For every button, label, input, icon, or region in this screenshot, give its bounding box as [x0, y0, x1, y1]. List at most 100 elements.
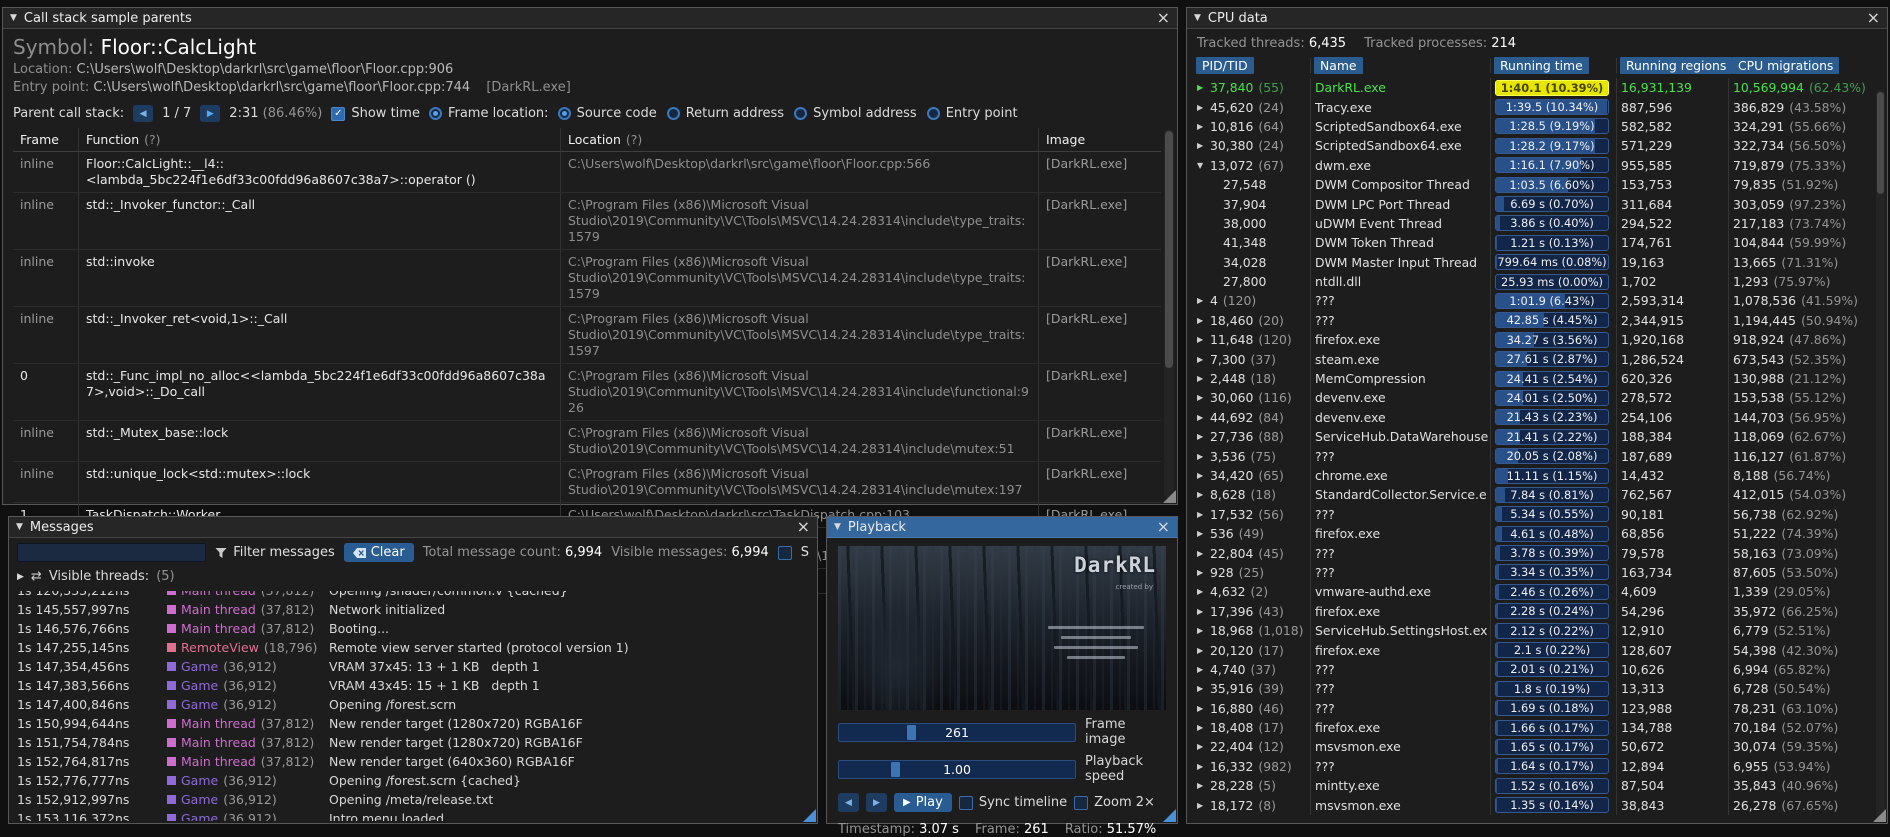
expand-icon[interactable]: ▶	[1197, 529, 1210, 538]
cpu-row[interactable]: ▶ 2,448 (18) MemCompression 24.41 s (2.5…	[1193, 368, 1883, 389]
cpu-row[interactable]: 27,548 DWM Compositor Thread 1:03.5 (6.6…	[1193, 174, 1883, 195]
expand-icon[interactable]: ▶	[1197, 83, 1210, 92]
message-row[interactable]: 1s 151,754,784ns Main thread (37,812) Ne…	[17, 733, 809, 752]
column-header-function[interactable]: Function (?)	[79, 128, 561, 151]
prev-parent-button[interactable]: ◀	[133, 105, 154, 122]
clear-button[interactable]: Clear	[343, 543, 414, 562]
message-row[interactable]: 1s 153,116,372ns Game (36,912) Intro men…	[17, 809, 809, 821]
sync-timeline-checkbox[interactable]: Sync timeline	[958, 795, 1067, 810]
expand-icon[interactable]: ▼	[1197, 161, 1210, 170]
cpu-row[interactable]: 27,800 ntdll.dll 25.93 ms (0.00%) 1,702 …	[1193, 271, 1883, 292]
show-time-checkbox[interactable]: ✓ Show time	[331, 106, 420, 121]
column-header-cpu-migrations[interactable]: CPU migrations	[1729, 57, 1883, 74]
callstack-table-row[interactable]: inline std::_Mutex_base::lock C:\Program…	[13, 421, 1161, 462]
cpu-row[interactable]: ▶ 28,228 (5) mintty.exe 1.52 s (0.16%) 8…	[1193, 776, 1883, 796]
expand-icon[interactable]: ▶	[1197, 355, 1210, 364]
collapse-icon[interactable]: ▼	[10, 13, 17, 23]
previous-frame-button[interactable]: ◀	[838, 793, 859, 812]
cpu-row[interactable]: ▶ 17,396 (43) firefox.exe 2.28 s (0.24%)…	[1193, 601, 1883, 621]
expand-icon[interactable]: ▶	[1197, 781, 1210, 790]
column-header-running-time[interactable]: Running time	[1491, 57, 1617, 74]
filter-input[interactable]	[17, 543, 207, 562]
radio-icon[interactable]	[794, 107, 808, 120]
cpu-row[interactable]: ▶ 928 (25) ??? 3.34 s (0.35%) 163,734 87…	[1193, 562, 1883, 583]
expand-icon[interactable]: ▶	[1197, 490, 1210, 499]
checkbox-icon[interactable]	[1074, 795, 1089, 810]
resize-grip[interactable]	[1163, 809, 1176, 822]
cpu-titlebar[interactable]: ▼ CPU data ×	[1187, 8, 1887, 29]
messages-titlebar[interactable]: ▼ Messages ×	[9, 517, 817, 538]
expand-icon[interactable]: ▶	[1197, 684, 1210, 693]
expand-icon[interactable]: ▶	[1197, 432, 1210, 441]
expand-icon[interactable]: ▶	[1197, 452, 1210, 461]
callstack-table-row[interactable]: 0 std::_Func_impl_no_alloc<<lambda_5bc22…	[13, 364, 1161, 421]
column-header-pid[interactable]: PID/TID	[1193, 57, 1311, 74]
close-icon[interactable]: ×	[1867, 10, 1880, 26]
callstack-table-row[interactable]: inline std::_Invoker_ret<void,1>::_Call …	[13, 307, 1161, 364]
scrollbar-thumb[interactable]	[1877, 92, 1884, 194]
callstack-table-row[interactable]: inline Floor::CalcLight::__l4::<lambda_5…	[13, 152, 1161, 193]
cpu-row[interactable]: ▶ 18,172 (8) msvsmon.exe 1.35 s (0.14%) …	[1193, 795, 1883, 815]
cpu-row[interactable]: 34,028 DWM Master Input Thread 799.64 ms…	[1193, 252, 1883, 272]
checkbox-icon[interactable]	[958, 795, 973, 810]
collapse-icon[interactable]: ▼	[1194, 13, 1201, 23]
cpu-row[interactable]: ▶ 34,420 (65) chrome.exe 11.11 s (1.15%)…	[1193, 465, 1883, 486]
message-row[interactable]: 1s 147,400,846ns Game (36,912) Opening /…	[17, 695, 809, 714]
cpu-row[interactable]: ▶ 4,632 (2) vmware-authd.exe 2.46 s (0.2…	[1193, 582, 1883, 602]
cpu-row[interactable]: ▶ 16,332 (982) ??? 1.64 s (0.17%) 12,894…	[1193, 756, 1883, 777]
resize-grip[interactable]	[1873, 809, 1886, 822]
message-row[interactable]: 1s 147,255,145ns RemoteView (18,796) Rem…	[17, 638, 809, 657]
radio-icon[interactable]	[557, 107, 571, 120]
message-row[interactable]: 1s 152,764,817ns Main thread (37,812) Ne…	[17, 752, 809, 771]
scrollbar-thumb[interactable]	[1165, 131, 1173, 368]
cpu-row[interactable]: ▶ 16,880 (46) ??? 1.69 s (0.18%) 123,988…	[1193, 698, 1883, 718]
message-row[interactable]: 1s 147,383,566ns Game (36,912) VRAM 43x4…	[17, 676, 809, 695]
cpu-row[interactable]: 37,904 DWM LPC Port Thread 6.69 s (0.70%…	[1193, 194, 1883, 214]
cpu-row[interactable]: ▶ 18,408 (17) firefox.exe 1.66 s (0.17%)…	[1193, 717, 1883, 738]
crossed-arrows-icon[interactable]: ⇄	[31, 569, 42, 584]
cpu-row[interactable]: ▶ 45,620 (24) Tracy.exe 1:39.5 (10.34%) …	[1193, 97, 1883, 117]
clipped-checkbox[interactable]	[777, 545, 792, 560]
cpu-row[interactable]: ▶ 30,060 (116) devenv.exe 24.01 s (2.50%…	[1193, 388, 1883, 408]
frame-slider[interactable]: 261	[838, 722, 1076, 742]
next-frame-button[interactable]: ▶	[866, 793, 887, 812]
message-row[interactable]: 1s 146,576,766ns Main thread (37,812) Bo…	[17, 619, 809, 638]
message-row[interactable]: 1s 147,354,456ns Game (36,912) VRAM 37x4…	[17, 657, 809, 676]
expand-icon[interactable]: ▶	[1197, 587, 1210, 596]
callstack-titlebar[interactable]: ▼ Call stack sample parents ×	[3, 8, 1177, 29]
expand-icon[interactable]: ▶	[1197, 762, 1210, 771]
column-header-running-regions[interactable]: Running regions	[1617, 57, 1733, 74]
frame-location-radio[interactable]: Return address	[666, 106, 784, 121]
checkbox-icon[interactable]: ✓	[331, 106, 346, 121]
cpu-row[interactable]: ▶ 4 (120) ??? 1:01.9 (6.43%) 2,593,314 1…	[1193, 291, 1883, 311]
cpu-row[interactable]: ▶ 44,692 (84) devenv.exe 21.43 s (2.23%)…	[1193, 407, 1883, 428]
vertical-scrollbar[interactable]	[1876, 90, 1885, 818]
callstack-table-row[interactable]: inline std::_Invoker_functor::_Call C:\P…	[13, 193, 1161, 250]
cpu-row[interactable]: ▶ 10,816 (64) ScriptedSandbox64.exe 1:28…	[1193, 116, 1883, 137]
close-icon[interactable]: ×	[1157, 10, 1170, 26]
radio-icon[interactable]	[926, 107, 940, 120]
expand-icon[interactable]: ▶	[1197, 141, 1210, 150]
expand-icon[interactable]: ▶	[1197, 374, 1210, 383]
help-icon[interactable]: (?)	[626, 132, 642, 147]
frame-location-radio[interactable]: Source code	[557, 106, 657, 121]
cpu-row[interactable]: ▶ 18,460 (20) ??? 42.85 s (4.45%) 2,344,…	[1193, 310, 1883, 331]
callstack-table-row[interactable]: inline std::unique_lock<std::mutex>::loc…	[13, 462, 1161, 503]
expand-icon[interactable]: ▶	[1197, 316, 1210, 325]
cpu-row[interactable]: ▶ 536 (49) firefox.exe 4.61 s (0.48%) 68…	[1193, 523, 1883, 544]
column-header-name[interactable]: Name	[1311, 57, 1491, 74]
cpu-row[interactable]: ▶ 30,380 (24) ScriptedSandbox64.exe 1:28…	[1193, 136, 1883, 156]
cpu-row[interactable]: ▶ 22,804 (45) ??? 3.78 s (0.39%) 79,578 …	[1193, 543, 1883, 563]
expand-icon[interactable]: ▶	[1197, 103, 1210, 112]
close-icon[interactable]: ×	[797, 519, 810, 535]
cpu-row[interactable]: ▶ 20,120 (17) firefox.exe 2.1 s (0.22%) …	[1193, 640, 1883, 660]
expand-icon[interactable]: ▶	[1197, 646, 1210, 655]
cpu-row[interactable]: ▶ 4,740 (37) ??? 2.01 s (0.21%) 10,626 6…	[1193, 659, 1883, 680]
resize-grip[interactable]	[803, 809, 816, 822]
playback-titlebar[interactable]: ▼ Playback ×	[827, 517, 1177, 538]
cpu-row[interactable]: 41,348 DWM Token Thread 1.21 s (0.13%) 1…	[1193, 233, 1883, 253]
frame-location-radio[interactable]: Symbol address	[794, 106, 917, 121]
message-row[interactable]: 1s 120,333,212ns Main thread (37,812) Op…	[17, 591, 809, 600]
message-row[interactable]: 1s 150,994,644ns Main thread (37,812) Ne…	[17, 714, 809, 733]
expand-icon[interactable]: ▶	[1197, 393, 1210, 402]
